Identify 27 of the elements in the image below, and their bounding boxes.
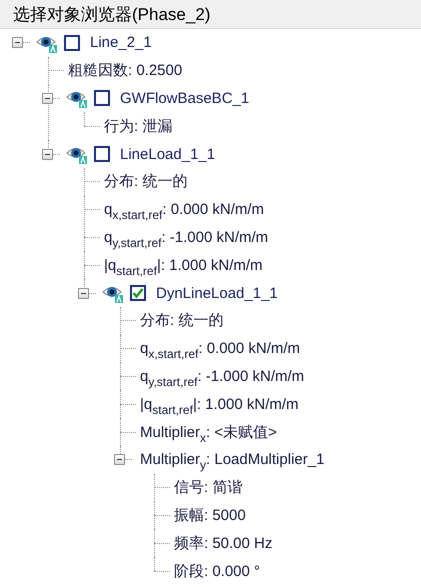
object-name[interactable]: GWFlowBaseBC_1 xyxy=(120,90,250,107)
property-text: 分布: 统一的 xyxy=(104,172,188,192)
property-text: 振幅: 5000 xyxy=(174,506,246,525)
checkbox[interactable] xyxy=(94,90,110,106)
checkbox[interactable] xyxy=(94,146,110,162)
checkbox[interactable] xyxy=(64,34,80,51)
property-text: 阶段: 0.000 ° xyxy=(174,562,260,581)
property-text: |q$_{start,ref}$|: 1.000 kN/m/m xyxy=(140,396,299,413)
property-text: q$_{x,start,ref}$: 0.000 kN/m/m xyxy=(140,340,300,358)
collapse-button[interactable] xyxy=(42,92,53,104)
collapse-button[interactable] xyxy=(114,454,125,466)
collapse-button[interactable] xyxy=(78,288,89,299)
object-name[interactable]: LineLoad_1_1 xyxy=(120,146,216,163)
property-text: 分布: 统一的 xyxy=(140,311,224,330)
object-name[interactable]: Line_2_1 xyxy=(90,34,152,52)
collapse-button[interactable] xyxy=(42,148,53,160)
property-text: 粗糙因数: 0.2500 xyxy=(68,61,182,80)
panel-title: 选择对象浏览器(Phase_2) xyxy=(13,4,210,26)
property-text: 频率: 50.00 Hz xyxy=(174,534,272,553)
property-text: Multiplier$_{x}$: <未赋值> xyxy=(140,422,277,442)
checkbox[interactable] xyxy=(130,285,146,302)
property-text: 信号: 简谐 xyxy=(174,478,242,498)
property-text: |q$_{start,ref}$|: 1.000 kN/m/m xyxy=(104,256,263,274)
object-name[interactable]: DynLineLoad_1_1 xyxy=(156,284,278,302)
property-text: q$_{x,start,ref}$: 0.000 kN/m/m xyxy=(104,201,264,218)
collapse-button[interactable] xyxy=(12,37,23,48)
property-text: 行为: 泄漏 xyxy=(104,116,172,136)
